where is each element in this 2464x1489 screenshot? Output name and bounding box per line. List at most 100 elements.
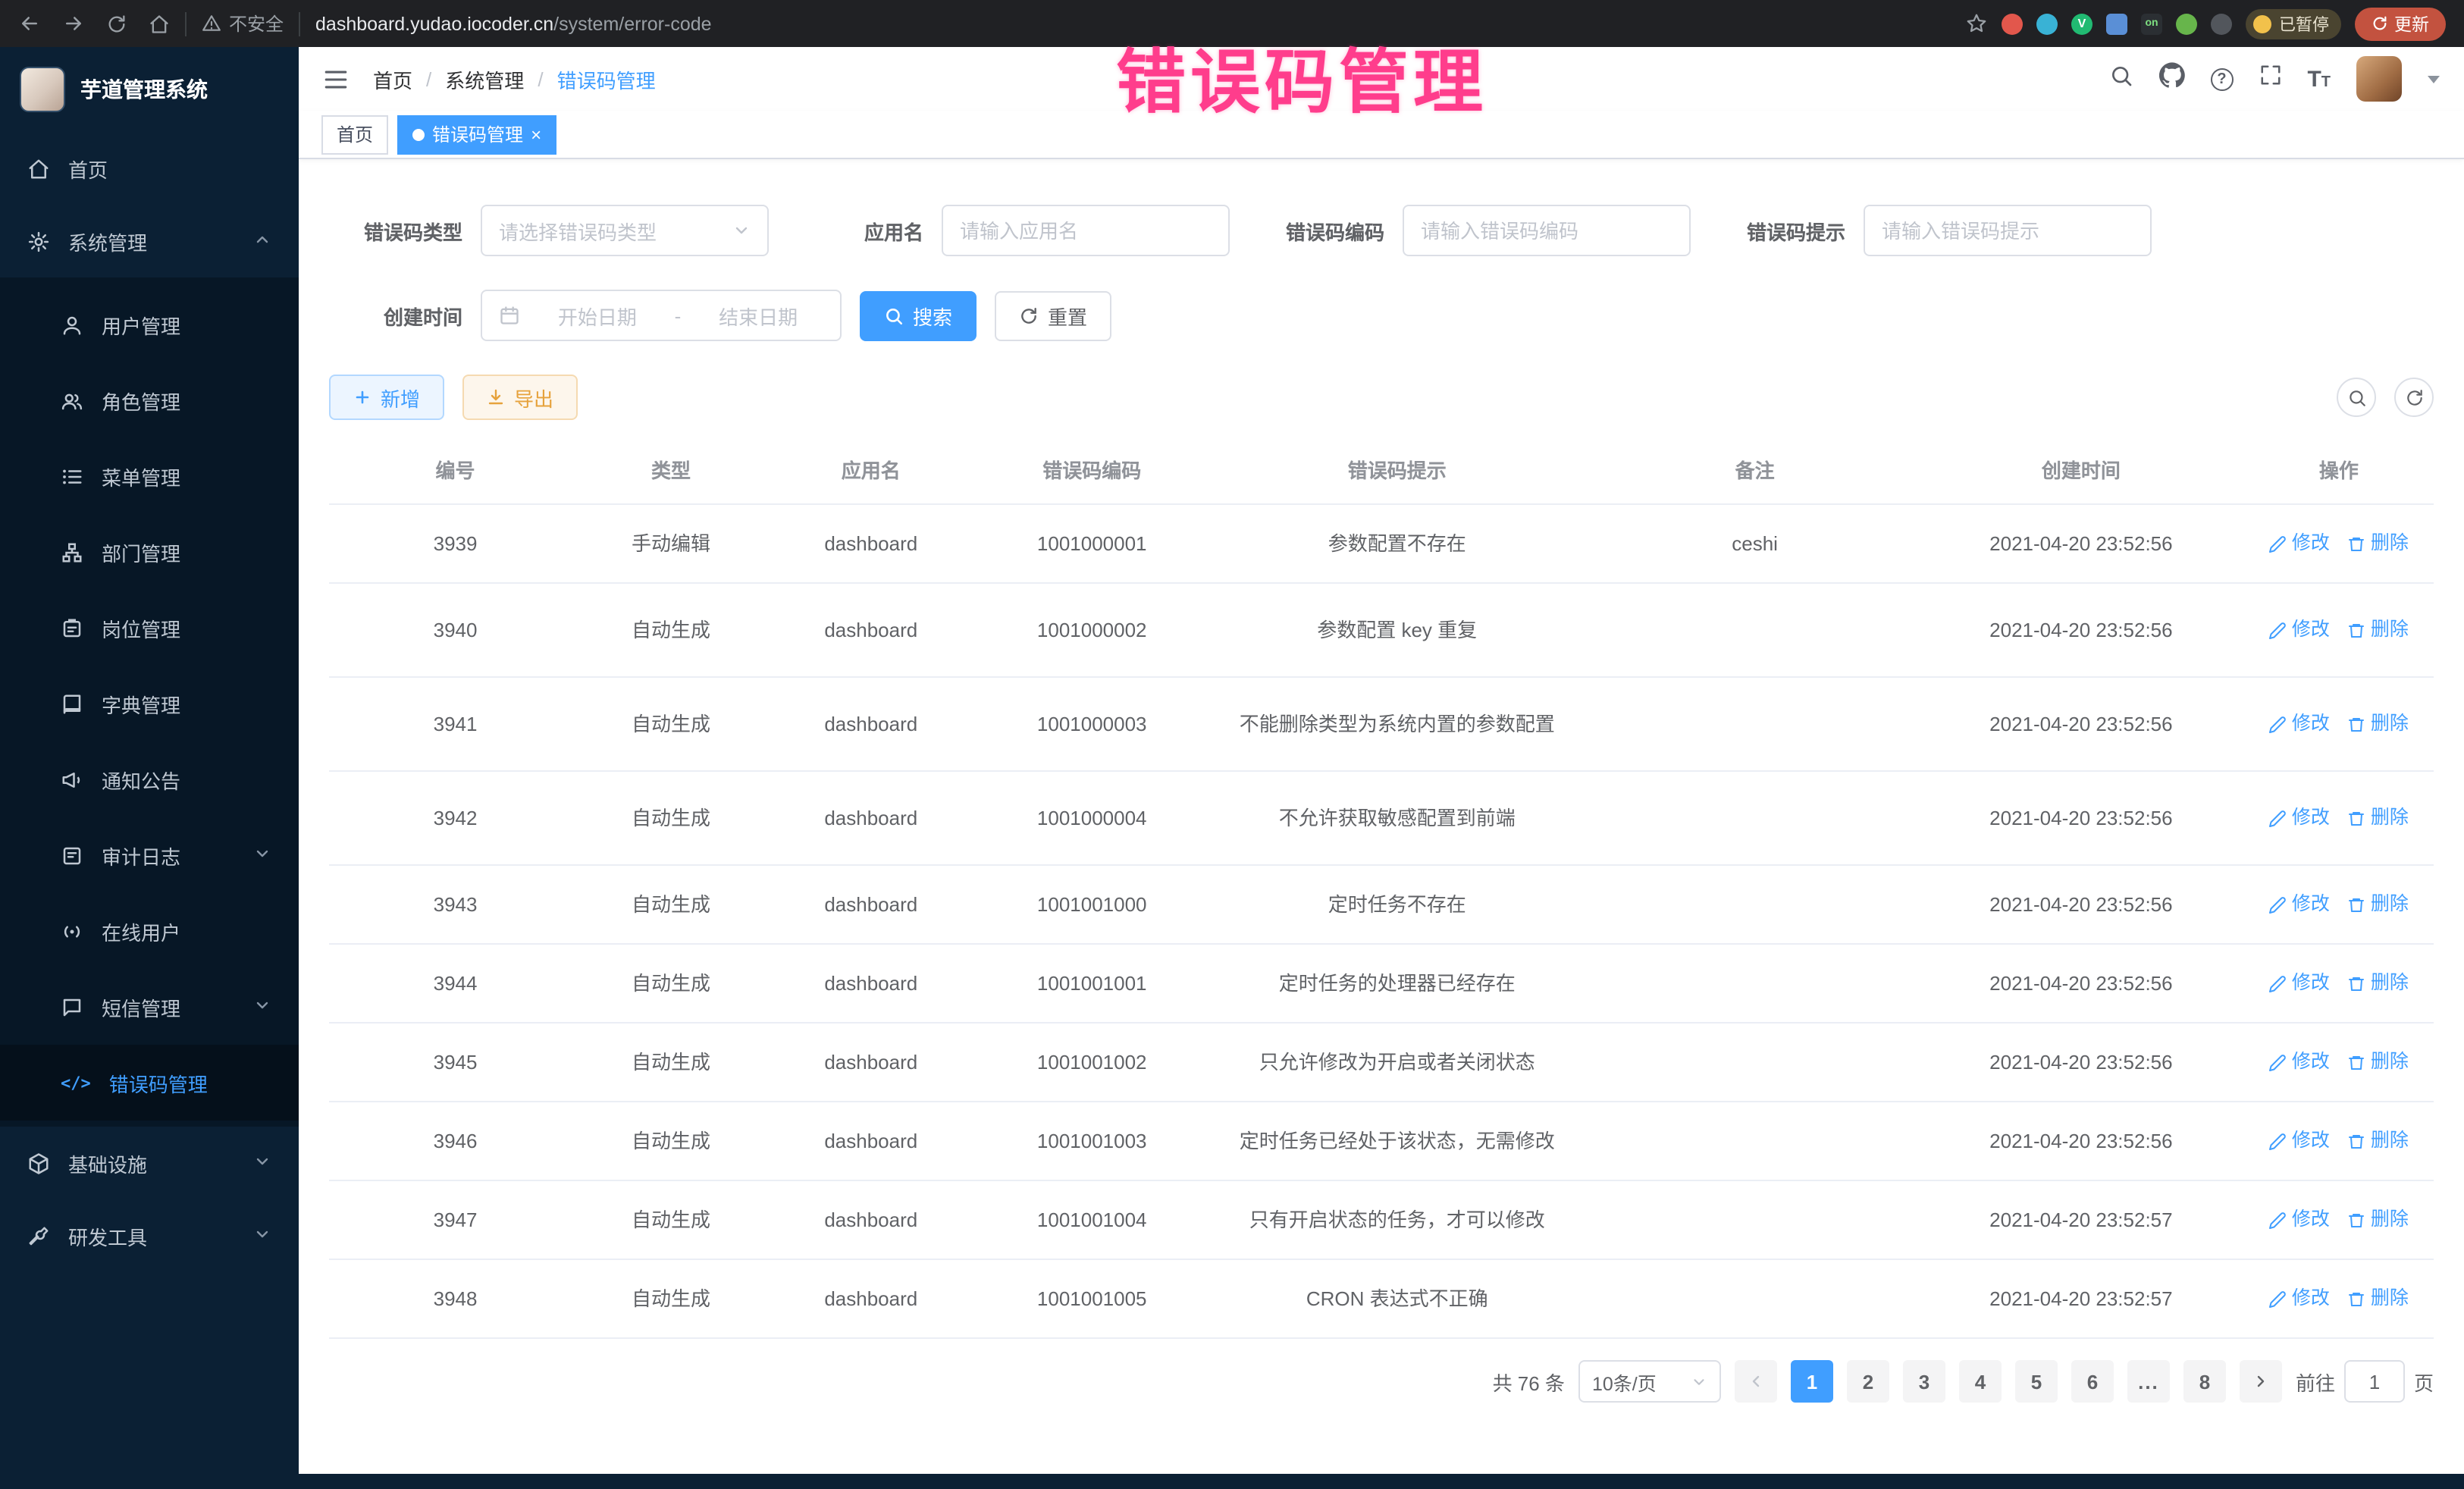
- sidebar-item-error-code[interactable]: </> 错误码管理: [0, 1045, 299, 1121]
- close-icon[interactable]: [531, 125, 541, 143]
- sidebar-item-dictionary[interactable]: 字典管理: [0, 666, 299, 741]
- edit-link[interactable]: 修改: [2269, 1127, 2330, 1155]
- app-name-input[interactable]: [960, 219, 1212, 242]
- page-button[interactable]: 8: [2183, 1360, 2226, 1403]
- chevron-down-icon: [253, 1224, 271, 1247]
- date-separator: -: [675, 304, 682, 327]
- sidebar-item-posts[interactable]: 岗位管理: [0, 590, 299, 666]
- delete-link[interactable]: 删除: [2348, 890, 2409, 919]
- sidebar-item-users[interactable]: 用户管理: [0, 287, 299, 362]
- security-indicator[interactable]: 不安全: [202, 11, 284, 36]
- page-button[interactable]: 3: [1903, 1360, 1945, 1403]
- delete-link[interactable]: 删除: [2348, 1205, 2409, 1234]
- header-search-icon[interactable]: [2108, 63, 2133, 95]
- date-range-picker[interactable]: 开始日期 - 结束日期: [481, 290, 842, 341]
- toggle-search-icon[interactable]: [2337, 378, 2376, 417]
- search-button[interactable]: 搜索: [860, 290, 977, 340]
- delete-link[interactable]: 删除: [2348, 1048, 2409, 1077]
- add-button[interactable]: 新增: [329, 375, 444, 420]
- edit-link[interactable]: 修改: [2269, 1205, 2330, 1234]
- forward-icon[interactable]: [62, 12, 85, 35]
- sidebar-item-audit-log[interactable]: 审计日志: [0, 817, 299, 893]
- help-icon[interactable]: [2210, 67, 2233, 90]
- sidebar-item-infrastructure[interactable]: 基础设施: [0, 1127, 299, 1199]
- sidebar-toggle-icon[interactable]: [323, 66, 349, 92]
- avatar[interactable]: [2356, 56, 2402, 102]
- refresh-table-icon[interactable]: [2394, 378, 2434, 417]
- extension-icon[interactable]: [2036, 13, 2058, 34]
- delete-link[interactable]: 删除: [2348, 616, 2409, 644]
- page-button[interactable]: 5: [2015, 1360, 2058, 1403]
- delete-link[interactable]: 删除: [2348, 1127, 2409, 1155]
- refresh-icon[interactable]: [106, 13, 127, 34]
- id-badge-icon: [61, 616, 83, 639]
- sidebar-item-dev-tools[interactable]: 研发工具: [0, 1199, 299, 1272]
- delete-link[interactable]: 删除: [2348, 969, 2409, 998]
- font-size-icon[interactable]: [2307, 67, 2331, 90]
- prev-page-button[interactable]: [1735, 1360, 1777, 1403]
- cell-code: 1001001003: [982, 1121, 1202, 1162]
- page-button[interactable]: 2: [1847, 1360, 1889, 1403]
- delete-link[interactable]: 删除: [2348, 1284, 2409, 1313]
- update-button[interactable]: 更新: [2355, 7, 2446, 40]
- sidebar-item-departments[interactable]: 部门管理: [0, 514, 299, 590]
- sidebar-item-roles[interactable]: 角色管理: [0, 362, 299, 438]
- fullscreen-icon[interactable]: [2259, 64, 2281, 94]
- sidebar-item-sms[interactable]: 短信管理: [0, 969, 299, 1045]
- breadcrumb-home[interactable]: 首页: [373, 64, 412, 93]
- table-row: 3948 自动生成 dashboard 1001001005 CRON 表达式不…: [329, 1260, 2434, 1339]
- cell-id: 3943: [329, 884, 582, 926]
- delete-link[interactable]: 删除: [2348, 529, 2409, 558]
- next-page-button[interactable]: [2240, 1360, 2282, 1403]
- page-size-select[interactable]: 10条/页: [1578, 1360, 1721, 1403]
- tab-error-code[interactable]: 错误码管理: [397, 114, 556, 154]
- trash-icon: [2348, 1211, 2366, 1229]
- bookmark-star-icon[interactable]: [1965, 12, 1988, 35]
- edit-link[interactable]: 修改: [2269, 890, 2330, 919]
- extension-icon[interactable]: [2106, 13, 2127, 34]
- edit-link-label: 修改: [2292, 804, 2330, 832]
- extension-icon[interactable]: [2176, 13, 2197, 34]
- edit-link[interactable]: 修改: [2269, 616, 2330, 644]
- extension-icon[interactable]: [2002, 13, 2023, 34]
- sidebar-item-system[interactable]: 系统管理: [0, 205, 299, 277]
- home-icon[interactable]: [149, 13, 170, 34]
- address-bar[interactable]: dashboard.yudao.iocoder.cn/system/error-…: [315, 13, 712, 34]
- reset-button[interactable]: 重置: [995, 290, 1111, 340]
- error-message-input[interactable]: [1882, 219, 2133, 242]
- breadcrumb-system[interactable]: 系统管理: [445, 64, 524, 93]
- error-code-input[interactable]: [1421, 219, 1672, 242]
- page-button[interactable]: 6: [2071, 1360, 2114, 1403]
- chevron-up-icon: [253, 230, 271, 252]
- sidebar-item-home[interactable]: 首页: [0, 132, 299, 205]
- goto-page-input[interactable]: [2344, 1360, 2405, 1403]
- extension-icon[interactable]: V: [2071, 13, 2093, 34]
- extension-switch-icon[interactable]: on: [2141, 13, 2162, 34]
- page-button[interactable]: 1: [1791, 1360, 1833, 1403]
- back-icon[interactable]: [18, 12, 41, 35]
- sidebar-item-menus[interactable]: 菜单管理: [0, 438, 299, 514]
- sidebar-item-notices[interactable]: 通知公告: [0, 741, 299, 817]
- page-button[interactable]: 4: [1959, 1360, 2002, 1403]
- edit-link[interactable]: 修改: [2269, 1284, 2330, 1313]
- tab-home[interactable]: 首页: [321, 114, 388, 154]
- error-type-select[interactable]: 请选择错误码类型: [481, 205, 769, 256]
- pin-extension-icon[interactable]: [2211, 13, 2232, 34]
- github-icon[interactable]: [2158, 62, 2184, 96]
- cell-remark: [1592, 977, 1918, 989]
- edit-link[interactable]: 修改: [2269, 1048, 2330, 1077]
- delete-link[interactable]: 删除: [2348, 804, 2409, 832]
- edit-link[interactable]: 修改: [2269, 529, 2330, 558]
- delete-link[interactable]: 删除: [2348, 710, 2409, 738]
- edit-link[interactable]: 修改: [2269, 710, 2330, 738]
- paused-badge[interactable]: 已暂停: [2246, 8, 2341, 39]
- page-button[interactable]: ...: [2127, 1360, 2170, 1403]
- edit-link[interactable]: 修改: [2269, 969, 2330, 998]
- logo[interactable]: 芋道管理系统: [0, 47, 299, 132]
- sidebar-item-online-users[interactable]: 在线用户: [0, 893, 299, 969]
- cell-operations: 修改 删除: [2244, 798, 2434, 839]
- caret-down-icon[interactable]: [2428, 75, 2440, 83]
- edit-link[interactable]: 修改: [2269, 804, 2330, 832]
- export-button[interactable]: 导出: [462, 375, 578, 420]
- breadcrumb-current: 错误码管理: [557, 64, 656, 93]
